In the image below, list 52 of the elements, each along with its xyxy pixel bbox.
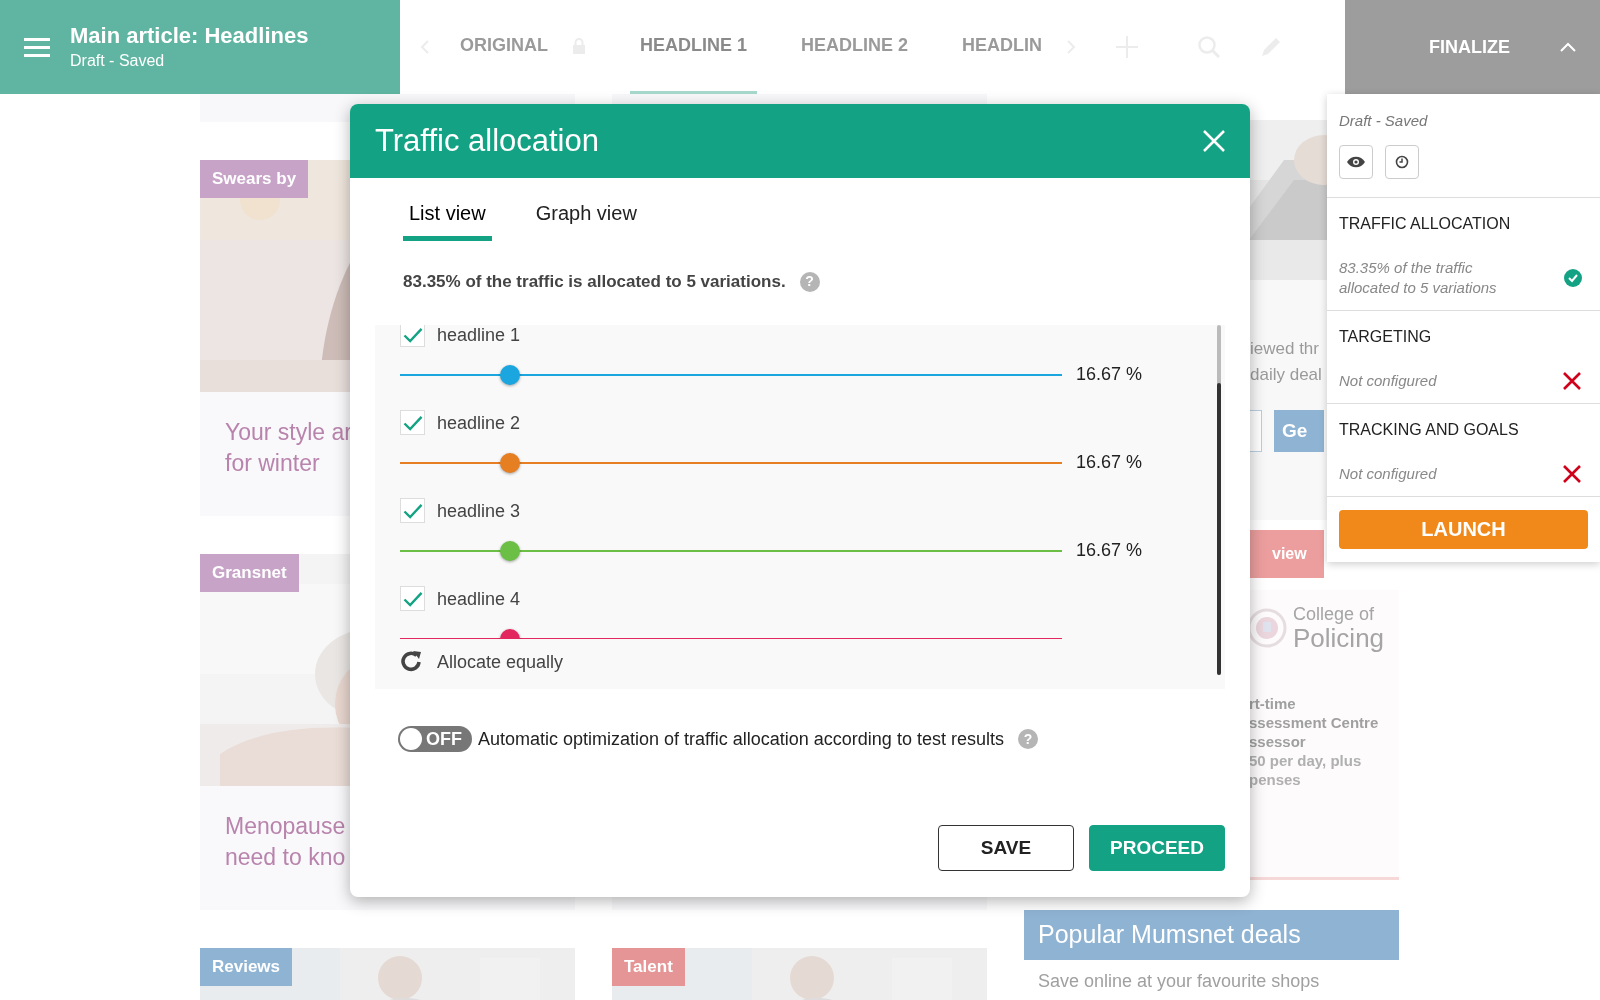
percentage-value: 16.67 %: [1076, 539, 1142, 562]
proceed-button[interactable]: PROCEED: [1089, 825, 1225, 871]
article-headline: Your style ar: [225, 418, 352, 447]
section-status: 83.35% of the traffic allocated to 5 variations: [1339, 257, 1498, 298]
variation-label: headline 2: [437, 412, 521, 433]
job-pay: penses: [1249, 770, 1301, 789]
status-text: Draft - Saved: [1339, 111, 1429, 131]
section-title: TRAFFIC ALLOCATION: [1339, 213, 1512, 234]
job-title: rt-time: [1249, 694, 1296, 713]
save-button[interactable]: SAVE: [938, 825, 1074, 871]
job-title: ssessor: [1249, 732, 1306, 751]
article-headline: Menopause: [225, 812, 346, 841]
view-tab[interactable]: Graph view: [529, 198, 643, 241]
allocate-equally-button[interactable]: Allocate equally: [375, 648, 564, 676]
section-status: Not configured: [1339, 370, 1438, 391]
page-subtitle: Draft - Saved: [70, 51, 166, 71]
job-pay: 50 per day, plus: [1249, 751, 1362, 770]
help-icon[interactable]: ?: [799, 271, 820, 292]
variation-tab[interactable]: HEADLINE 2: [791, 0, 919, 94]
finalize-button[interactable]: FINALIZE: [1345, 0, 1600, 94]
variation-tab[interactable]: HEADLIN: [952, 0, 1053, 94]
toggle-switch[interactable]: OFF: [398, 726, 472, 752]
variation-label: headline 1: [437, 324, 521, 345]
category-tag: Swears by: [200, 160, 309, 198]
page-title: Main article: Headlines: [70, 22, 309, 50]
view-tab[interactable]: List view: [403, 198, 492, 241]
help-icon[interactable]: ?: [1017, 729, 1038, 749]
deals-subtitle: Save online at your favourite shops: [1037, 970, 1321, 992]
variation-tab[interactable]: ORIGINAL: [450, 0, 596, 94]
get-deal-button[interactable]: Ge: [1274, 410, 1324, 452]
section-title: TRACKING AND GOALS: [1339, 419, 1520, 440]
section-status: Not configured: [1339, 463, 1438, 484]
category-tag: Reviews: [200, 948, 293, 986]
promo-text: iewed thr: [1250, 338, 1319, 360]
deals-header: Popular Mumsnet deals: [1024, 910, 1399, 960]
article-headline: need to kno: [225, 843, 346, 872]
section-title: TARGETING: [1339, 326, 1433, 347]
summary-text: 83.35% of the traffic is allocated to 5 variations.: [403, 271, 786, 293]
modal-title: Traffic allocation: [375, 121, 599, 160]
logo-text: Policing: [1293, 624, 1385, 652]
category-tag: Gransnet: [200, 554, 299, 592]
promo-text: daily deal: [1250, 364, 1322, 386]
variation-label: headline 3: [437, 500, 521, 521]
launch-button[interactable]: LAUNCH: [1339, 509, 1588, 549]
variation-label: headline 4: [437, 588, 521, 609]
option-label: Automatic optimization of traffic allocation according to test results: [478, 727, 1004, 751]
job-title: ssessment Centre: [1249, 713, 1379, 732]
logo-text: College of: [1293, 604, 1376, 624]
category-tag: Talent: [612, 948, 685, 986]
article-headline: for winter: [225, 449, 320, 478]
percentage-value: 16.67 %: [1076, 451, 1142, 474]
percentage-value: 16.67 %: [1076, 363, 1142, 386]
